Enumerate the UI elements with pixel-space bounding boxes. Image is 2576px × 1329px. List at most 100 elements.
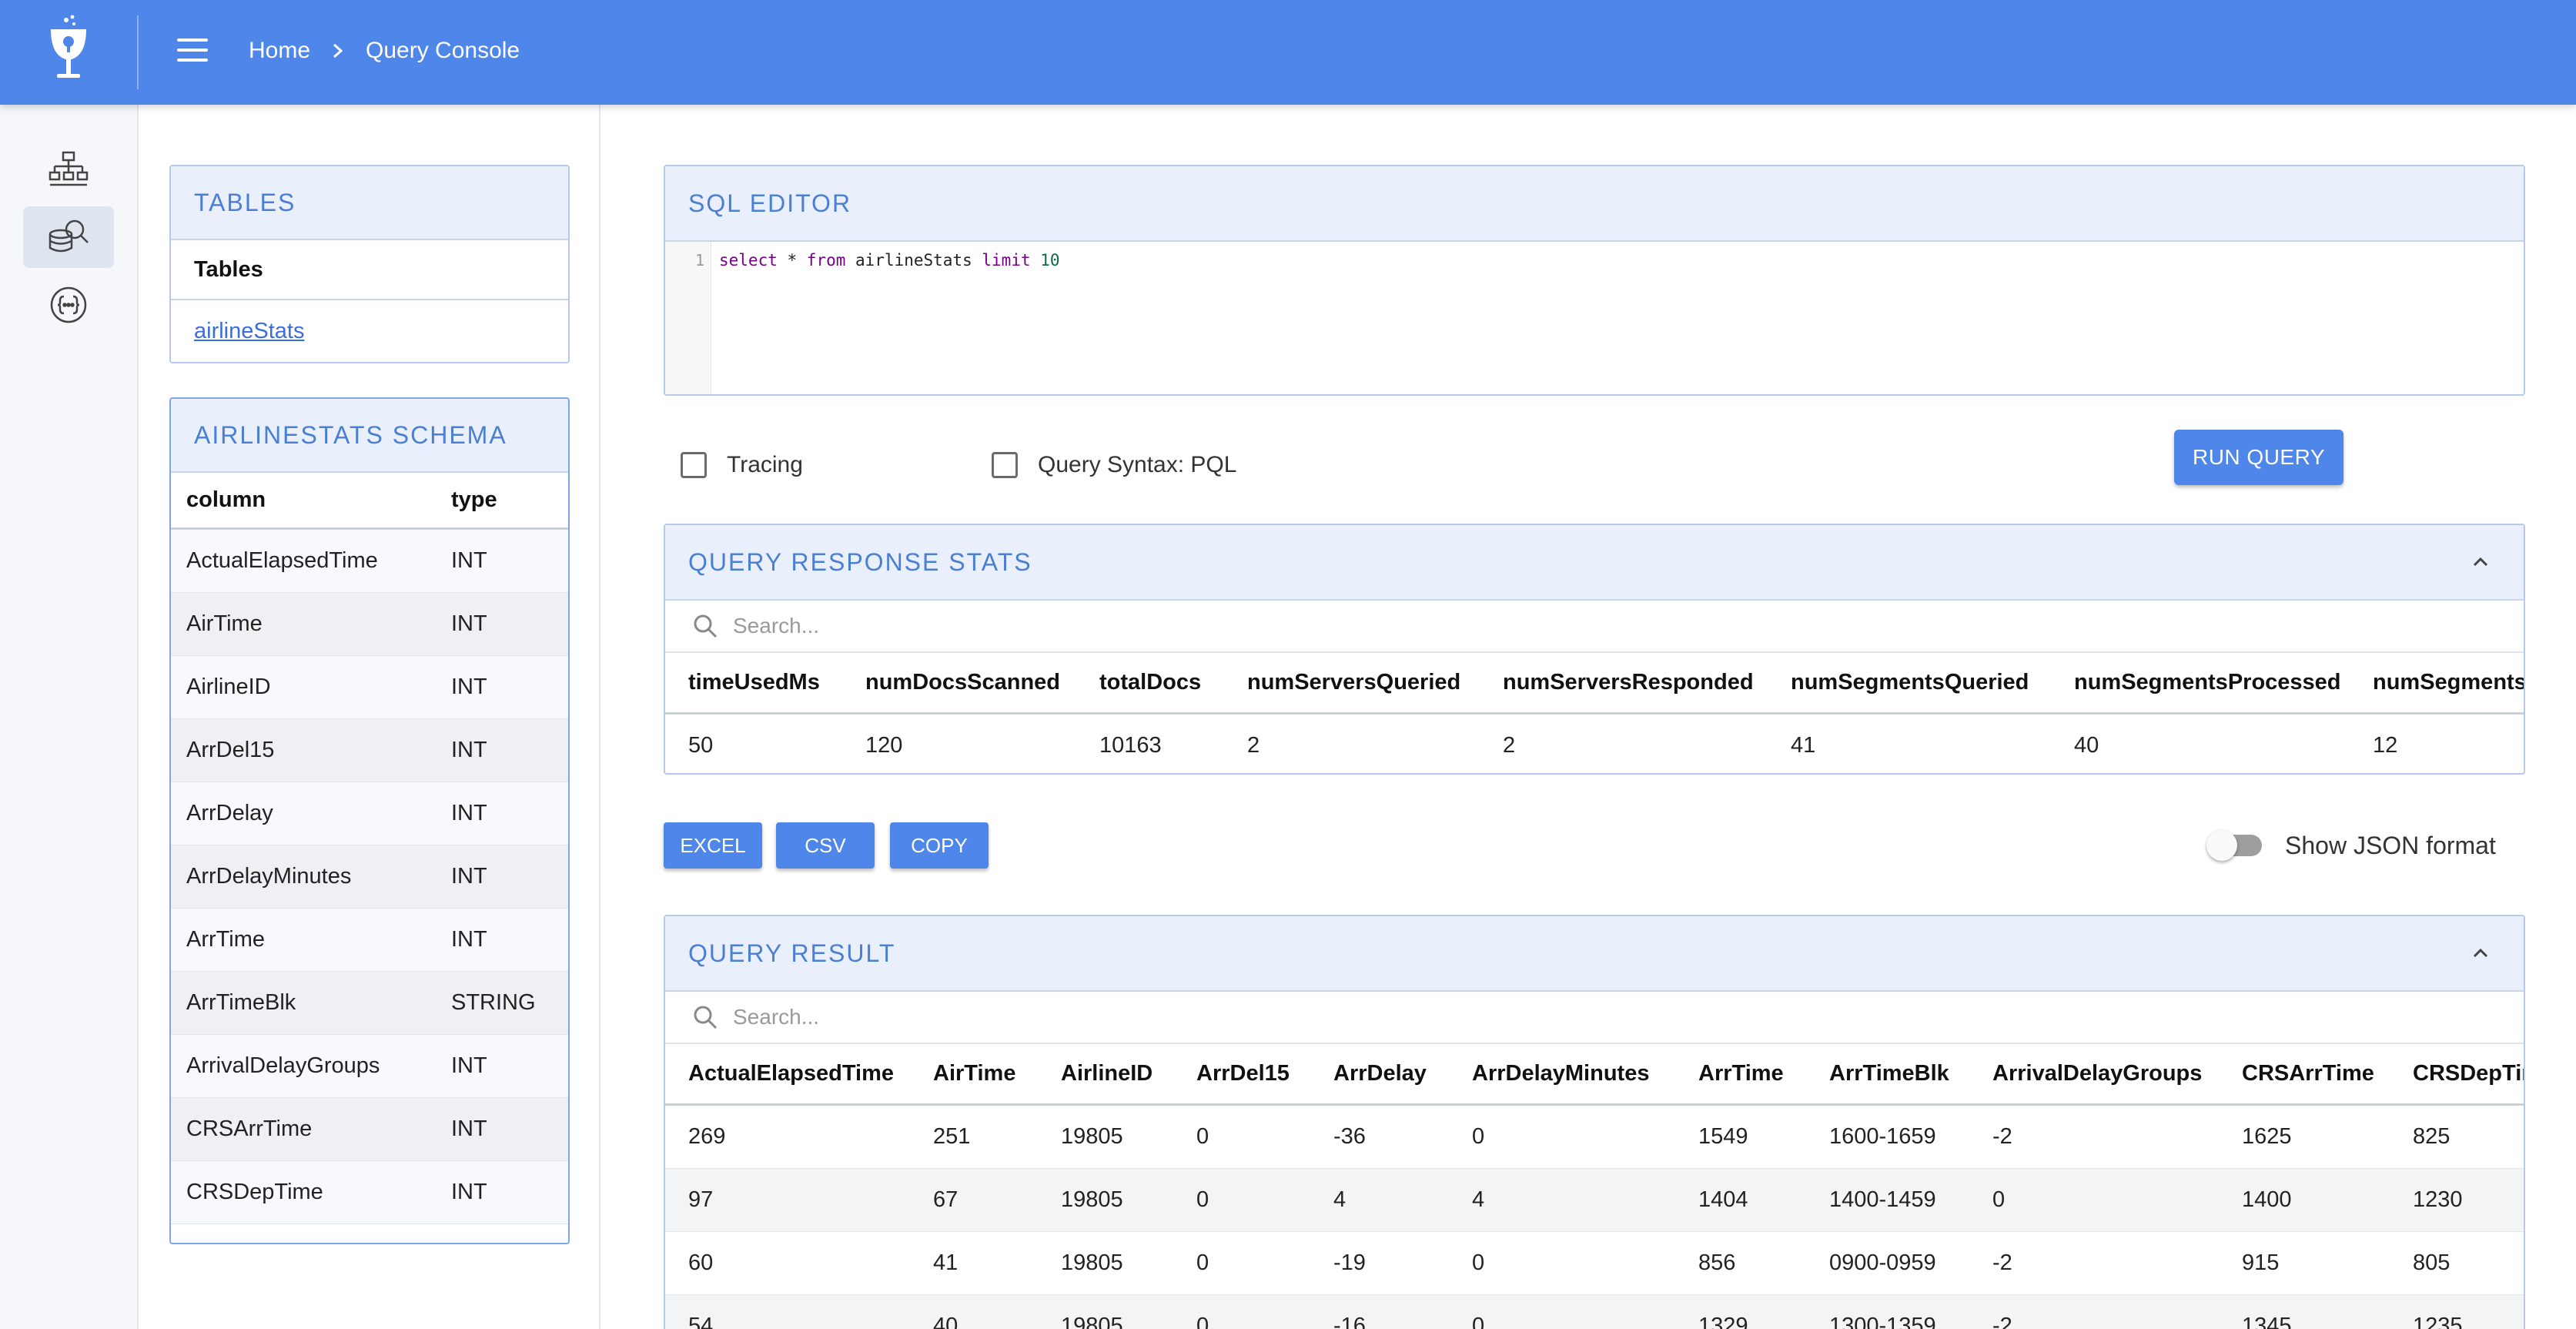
line-number: 1 [694,251,704,269]
schema-column-type: INT [451,675,487,699]
stats-header-cell[interactable]: numDocsScanned [865,653,1060,712]
tables-card-title: TABLES [171,166,568,240]
result-header-cell[interactable]: AirlineID [1061,1044,1153,1103]
sql-keyword: limit [982,251,1031,269]
result-cell: -2 [1992,1250,2012,1275]
result-header-cell[interactable]: ArrDelay [1333,1044,1427,1103]
result-header-cell[interactable]: ArrDelayMinutes [1472,1044,1649,1103]
result-cell: -36 [1333,1124,1366,1149]
nav-cluster-manager[interactable] [23,139,114,200]
query-syntax-checkbox[interactable]: Query Syntax: PQL [992,442,1236,488]
schema-row: AirTime INT [171,593,568,656]
result-header[interactable]: QUERY RESULT [665,916,2524,992]
topbar-divider [137,15,139,89]
stats-table-header: timeUsedMs numDocsScanned totalDocs numS… [665,653,2524,715]
schema-row: CRSDepTime INT [171,1161,568,1224]
stats-cell: 10163 [1099,733,1162,758]
nav-swagger-rest-api[interactable] [23,274,114,336]
menu-icon[interactable] [177,38,208,65]
schema-column-name: ArrTimeBlk [186,990,296,1015]
stats-header[interactable]: QUERY RESPONSE STATS [665,525,2524,601]
chevron-up-icon[interactable] [2468,941,2493,966]
schema-column-name: ArrDelay [186,801,273,825]
tracing-checkbox[interactable]: Tracing [681,442,803,488]
schema-row: ArrivalDelayGroups INT [171,1035,568,1098]
schema-header-column[interactable]: column [171,487,451,513]
stats-header-cell[interactable]: totalDocs [1099,653,1201,712]
table-link-airlinestats[interactable]: airlineStats [171,300,568,362]
stats-cell: 12 [2373,733,2398,758]
nav-query-console[interactable] [23,206,114,268]
result-cell: 19805 [1061,1314,1123,1329]
show-json-toggle[interactable]: Show JSON format [2206,822,2496,869]
result-cell: 825 [2413,1124,2451,1149]
stats-header-cell[interactable]: numSegmentsQueried [1791,653,2029,712]
checkbox-box[interactable] [992,452,1018,478]
swagger-api-icon [50,286,87,323]
schema-table-header: column type [171,473,568,530]
result-cell: 1329 [1698,1314,1748,1329]
run-query-button[interactable]: RUN QUERY [2174,430,2343,485]
result-header-cell[interactable]: ArrivalDelayGroups [1992,1044,2202,1103]
pinot-logo-icon[interactable] [43,14,94,83]
result-cell: 19805 [1061,1124,1123,1149]
query-response-stats-card: QUERY RESPONSE STATS timeUsedMs numDocsS… [664,524,2525,775]
search-icon [694,1006,718,1029]
result-header-cell[interactable]: ActualElapsedTime [688,1044,894,1103]
result-header-cell[interactable]: ArrTimeBlk [1829,1044,1949,1103]
result-header-cell[interactable]: CRSArrTime [2242,1044,2374,1103]
checkbox-box[interactable] [681,452,707,478]
toggle-thumb[interactable] [2206,830,2237,861]
sql-keyword: select [719,251,778,269]
result-cell: 19805 [1061,1187,1123,1212]
stats-header-cell[interactable]: timeUsedMs [688,653,820,712]
sql-editor[interactable]: 1 select * from airlineStats limit 10 [665,242,2524,394]
result-header-cell[interactable]: ArrDel15 [1196,1044,1290,1103]
tables-panel-column: TABLES Tables airlineStats AIRLINESTATS … [139,105,601,1329]
result-cell: 41 [933,1250,958,1275]
stats-header-cell[interactable]: numSegments [2373,653,2524,712]
result-cell: 4 [1472,1187,1485,1212]
stats-row: 50 120 10163 2 2 41 40 12 [665,715,2524,773]
result-cell: 97 [688,1187,714,1212]
result-cell: 19805 [1061,1250,1123,1275]
chevron-up-icon[interactable] [2468,550,2493,574]
result-cell: 40 [933,1314,958,1329]
result-header-cell[interactable]: ArrTime [1698,1044,1784,1103]
stats-search [665,601,2524,653]
result-table-header: ActualElapsedTime AirTime AirlineID ArrD… [665,1044,2524,1106]
result-header-cell[interactable]: AirTime [933,1044,1015,1103]
schema-column-type: INT [451,1180,487,1204]
result-cell: 0 [1196,1250,1209,1275]
nav-rail [0,105,139,1329]
sql-query-text[interactable]: select * from airlineStats limit 10 [719,249,1060,271]
result-search-input[interactable] [733,1005,1195,1029]
sql-token: * [777,251,807,269]
result-cell: 1600-1659 [1829,1124,1936,1149]
stats-cell: 50 [688,733,714,758]
breadcrumb-home[interactable]: Home [249,35,310,66]
copy-button[interactable]: COPY [890,822,989,869]
stats-header-cell[interactable]: numSegmentsProcessed [2074,653,2341,712]
query-result-card: QUERY RESULT ActualElapsedTime AirTime A… [664,915,2525,1329]
schema-row: ArrDelayMinutes INT [171,845,568,909]
schema-row: CRSArrTime INT [171,1098,568,1161]
result-header-cell[interactable]: CRSDepTim [2413,1044,2524,1103]
result-cell: -2 [1992,1314,2012,1329]
tracing-label: Tracing [727,452,803,477]
stats-header-cell[interactable]: numServersQueried [1247,653,1460,712]
toggle-switch[interactable] [2206,830,2262,861]
schema-header-type[interactable]: type [451,487,568,513]
schema-column-type: INT [451,1053,487,1078]
top-app-bar: Home Query Console [0,0,2576,105]
csv-button[interactable]: CSV [776,822,875,869]
schema-column-name: AirTime [186,611,263,636]
result-cell: 805 [2413,1250,2451,1275]
stats-header-cell[interactable]: numServersResponded [1503,653,1754,712]
result-cell: 1400 [2242,1187,2292,1212]
result-row: 54 40 19805 0 -16 0 1329 1300-1359 -2 13… [665,1295,2524,1329]
search-icon [694,614,718,638]
excel-button[interactable]: EXCEL [664,822,762,869]
result-cell: 0 [1196,1124,1209,1149]
stats-search-input[interactable] [733,614,1195,638]
